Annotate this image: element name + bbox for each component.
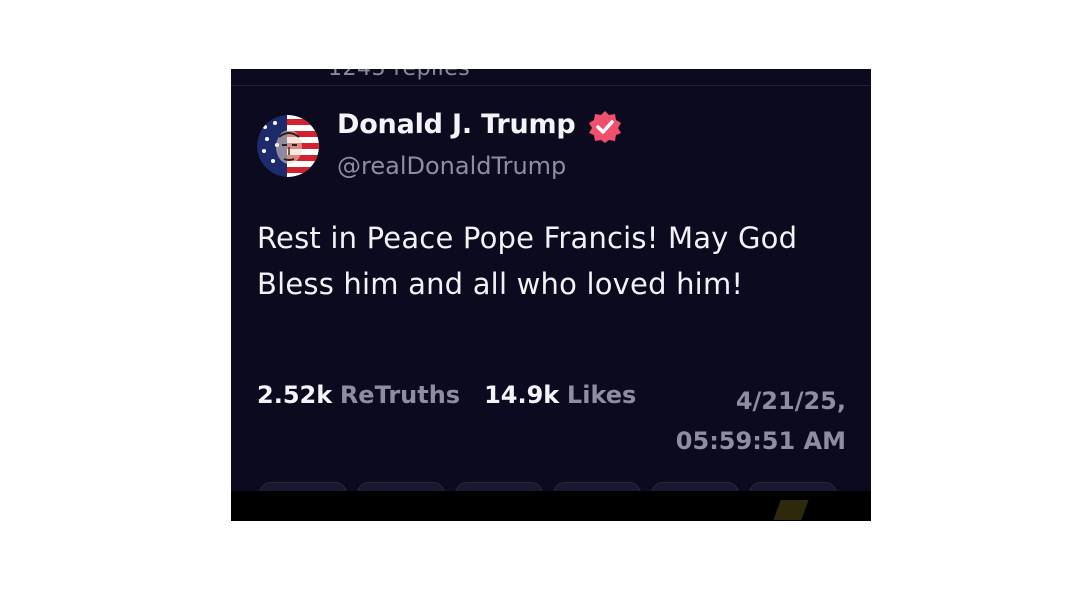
verified-badge-icon bbox=[589, 111, 621, 143]
avatar-icon bbox=[257, 115, 319, 177]
post-text: Rest in Peace Pope Francis! May God Bles… bbox=[257, 221, 798, 301]
author-handle[interactable]: @realDonaldTrump bbox=[337, 152, 566, 180]
likes-count: 14.9k bbox=[484, 381, 560, 409]
likes-stat[interactable]: 14.9k Likes bbox=[484, 381, 636, 409]
timestamp-date: 4/21/25, bbox=[735, 387, 846, 415]
retruths-count: 2.52k bbox=[257, 381, 333, 409]
post-card: 1243 replies bbox=[231, 69, 871, 521]
avatar[interactable] bbox=[257, 115, 319, 177]
likes-label: Likes bbox=[566, 381, 637, 409]
post-timestamp: 4/21/25, 05:59:51 AM bbox=[676, 381, 846, 461]
replies-count-text[interactable]: 1243 replies bbox=[328, 69, 470, 81]
post-stats: 2.52k ReTruths 14.9k Likes bbox=[257, 381, 636, 409]
author-display-name[interactable]: Donald J. Trump bbox=[337, 109, 576, 140]
retruths-stat[interactable]: 2.52k ReTruths bbox=[257, 381, 460, 409]
divider bbox=[231, 85, 871, 86]
timestamp-time: 05:59:51 AM bbox=[675, 427, 846, 455]
retruths-label: ReTruths bbox=[339, 381, 461, 409]
